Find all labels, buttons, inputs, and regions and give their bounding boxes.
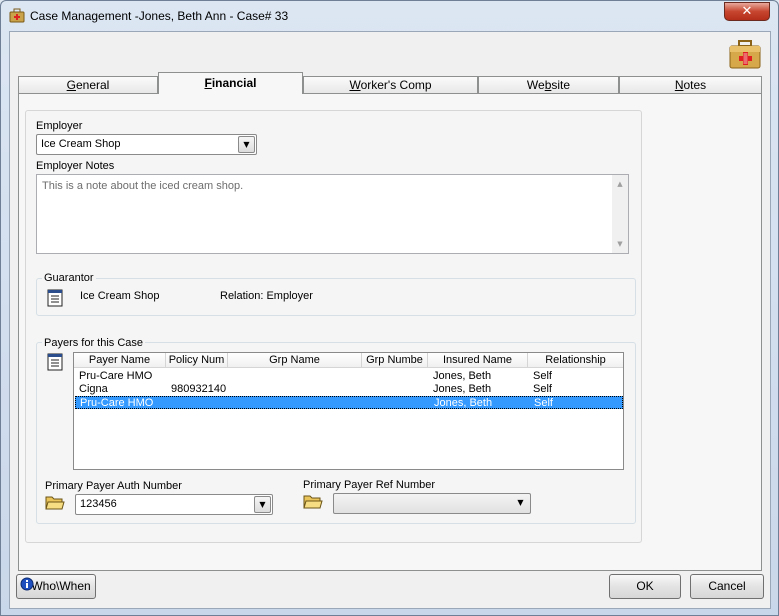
chevron-down-icon[interactable]: ▼ — [254, 496, 271, 513]
medical-briefcase-icon — [729, 40, 761, 69]
table-row[interactable]: Pru-Care HMO Jones, Beth Self — [75, 370, 623, 383]
open-folder-icon[interactable] — [45, 494, 65, 511]
table-cell: Self — [534, 397, 553, 409]
column-header-payer-name[interactable]: Payer Name — [74, 353, 166, 368]
chevron-down-icon[interactable]: ▼ — [238, 136, 255, 153]
tab-financial[interactable]: Financial — [158, 72, 303, 94]
employer-label: Employer — [36, 120, 83, 132]
table-row[interactable]: Pru-Care HMO Jones, Beth Self — [75, 396, 623, 409]
payers-table-header: Payer Name Policy Num Grp Name Grp Numbe… — [74, 353, 623, 368]
notes-scrollbar[interactable]: ▲ ▼ — [612, 175, 628, 253]
info-icon — [20, 577, 34, 591]
payers-title: Payers for this Case — [42, 337, 146, 349]
table-cell: Jones, Beth — [434, 397, 493, 409]
table-row[interactable]: Cigna 980932140 Jones, Beth Self — [75, 383, 623, 396]
tab-general[interactable]: General — [18, 76, 158, 94]
column-header-grp-name[interactable]: Grp Name — [228, 353, 362, 368]
financial-tab-panel: Employer Ice Cream Shop ▼ Employer Notes… — [18, 93, 762, 571]
open-folder-icon[interactable] — [303, 493, 323, 510]
guarantor-relation: Relation: Employer — [220, 290, 313, 302]
scroll-down-icon[interactable]: ▼ — [612, 237, 628, 251]
table-cell: Cigna — [79, 383, 108, 395]
close-button[interactable]: ✕ — [724, 2, 770, 21]
table-cell: 980932140 — [171, 383, 227, 395]
who-when-button[interactable]: Who\When — [16, 574, 96, 599]
employer-dropdown[interactable]: Ice Cream Shop ▼ — [36, 134, 257, 155]
payers-table[interactable]: Payer Name Policy Num Grp Name Grp Numbe… — [73, 352, 624, 470]
tab-label: Financial — [204, 76, 257, 90]
guarantor-name: Ice Cream Shop — [80, 290, 160, 302]
guarantor-details-icon[interactable] — [46, 289, 64, 307]
table-cell: Jones, Beth — [433, 370, 492, 382]
case-management-window: Case Management -Jones, Beth Ann - Case#… — [0, 0, 779, 616]
table-cell: Pru-Care HMO — [80, 397, 154, 409]
employer-notes-label: Employer Notes — [36, 160, 115, 172]
chevron-down-icon[interactable]: ▼ — [512, 495, 529, 512]
scroll-up-icon[interactable]: ▲ — [612, 177, 628, 191]
cancel-button[interactable]: Cancel — [690, 574, 764, 599]
ok-button[interactable]: OK — [609, 574, 681, 599]
tab-strip: General Financial Worker's Comp Website … — [18, 72, 762, 94]
case-briefcase-icon — [9, 8, 25, 23]
tab-label: Website — [526, 78, 571, 92]
tab-label: Worker's Comp — [349, 78, 432, 92]
auth-number-combo[interactable]: 123456 ▼ — [75, 494, 273, 515]
table-cell: Jones, Beth — [433, 383, 492, 395]
column-header-grp-number[interactable]: Grp Numbe — [362, 353, 428, 368]
tab-workers-comp[interactable]: Worker's Comp — [303, 76, 478, 94]
employer-selected-value: Ice Cream Shop — [41, 138, 121, 150]
table-cell: Pru-Care HMO — [79, 370, 153, 382]
title-bar[interactable]: Case Management -Jones, Beth Ann - Case#… — [1, 1, 778, 29]
window-title: Case Management -Jones, Beth Ann - Case#… — [30, 9, 289, 23]
table-cell: Self — [533, 383, 552, 395]
ref-number-combo[interactable]: ▼ — [333, 493, 531, 514]
tab-label: Notes — [674, 78, 707, 92]
column-header-insured-name[interactable]: Insured Name — [428, 353, 528, 368]
guarantor-title: Guarantor — [42, 272, 96, 284]
client-area: General Financial Worker's Comp Website … — [9, 31, 771, 609]
column-header-relationship[interactable]: Relationship — [528, 353, 623, 368]
auth-number-label: Primary Payer Auth Number — [45, 480, 182, 492]
table-cell: Self — [533, 370, 552, 382]
column-header-policy-num[interactable]: Policy Num — [166, 353, 228, 368]
ref-number-label: Primary Payer Ref Number — [303, 479, 436, 491]
tab-website[interactable]: Website — [478, 76, 619, 94]
auth-number-value: 123456 — [80, 498, 117, 510]
tab-notes[interactable]: Notes — [619, 76, 762, 94]
employer-notes-textarea[interactable]: This is a note about the iced cream shop… — [36, 174, 629, 254]
tab-label: General — [66, 78, 110, 92]
payer-details-icon[interactable] — [46, 353, 64, 371]
employer-notes-text: This is a note about the iced cream shop… — [42, 180, 244, 192]
